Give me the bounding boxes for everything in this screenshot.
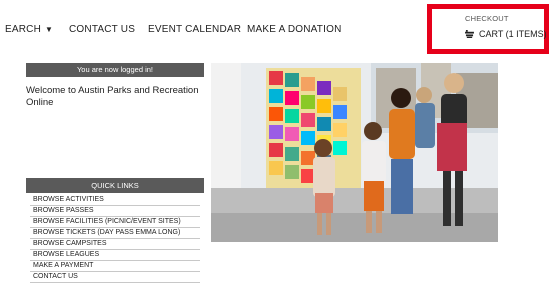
caret-down-icon: ▼ [45, 25, 54, 34]
quick-link-browse-activities[interactable]: BROWSE ACTIVITIES [30, 195, 200, 206]
nav-search[interactable]: EARCH ▼ [5, 24, 53, 35]
hero-image [211, 63, 498, 242]
quick-link-browse-facilities[interactable]: BROWSE FACILITIES (Picnic/Event Sites) [30, 217, 200, 228]
quick-link-make-payment[interactable]: MAKE A PAYMENT [30, 261, 200, 272]
quick-link-contact-us[interactable]: CONTACT US [30, 272, 200, 283]
quick-links-list: BROWSE ACTIVITIES BROWSE PASSES BROWSE F… [30, 195, 200, 283]
nav-search-label: EARCH [5, 24, 42, 35]
checkout-label: CHECKOUT [465, 14, 509, 23]
quick-links-title: QUICK LINKS [26, 178, 204, 193]
quick-link-browse-campsites[interactable]: BROWSE CAMPSITES [30, 239, 200, 250]
nav-make-donation[interactable]: MAKE A DONATION [247, 24, 342, 35]
nav-contact-us[interactable]: CONTACT US [69, 24, 135, 35]
quick-link-browse-leagues[interactable]: BROWSE LEAGUES [30, 250, 200, 261]
cart-label: CART (1 ITEMS) [479, 29, 547, 39]
quick-link-browse-passes[interactable]: BROWSE PASSES [30, 206, 200, 217]
welcome-text: Welcome to Austin Parks and Recreation O… [26, 85, 199, 108]
logged-in-banner: You are now logged in! [26, 63, 204, 77]
cart-icon [465, 30, 474, 38]
cart-button[interactable]: CART (1 ITEMS) [465, 29, 547, 39]
nav-event-calendar[interactable]: EVENT CALENDAR [148, 24, 241, 35]
quick-link-browse-tickets[interactable]: BROWSE TICKETS (Day Pass Emma Long) [30, 228, 200, 239]
